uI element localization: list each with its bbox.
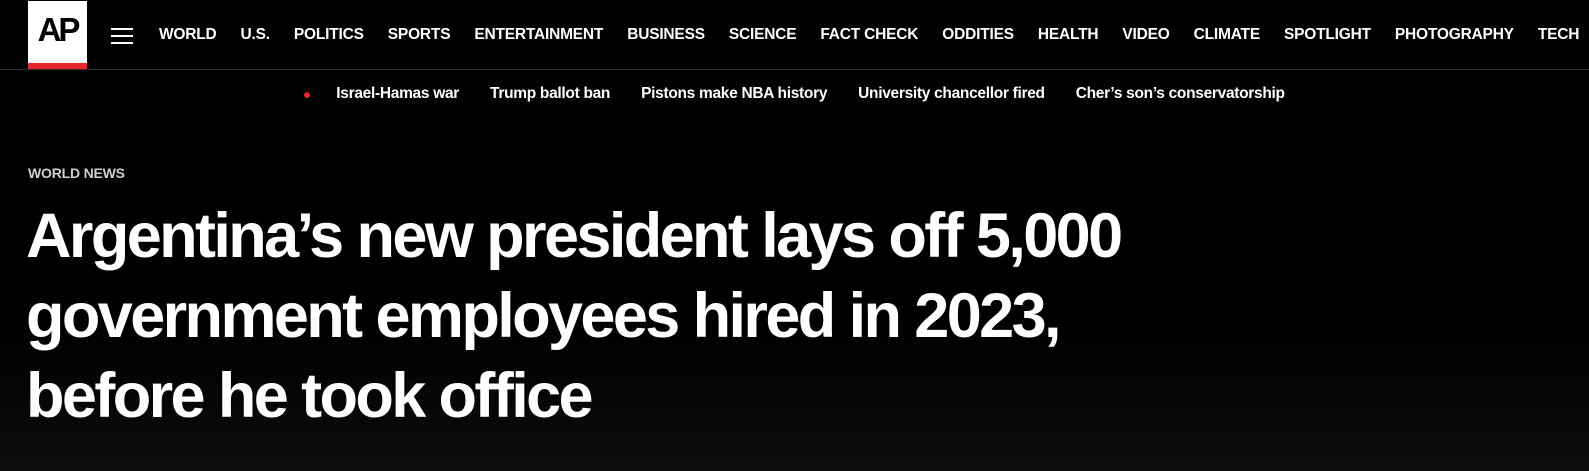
nav-item-world[interactable]: WORLD bbox=[159, 26, 217, 44]
top-navigation-bar: AP WORLD U.S. POLITICS SPORTS ENTERTAINM… bbox=[0, 0, 1589, 70]
nav-item-tech[interactable]: TECH bbox=[1538, 26, 1580, 44]
nav-item-business[interactable]: BUSINESS bbox=[627, 26, 705, 44]
nav-item-photography[interactable]: PHOTOGRAPHY bbox=[1395, 26, 1514, 44]
page: AP WORLD U.S. POLITICS SPORTS ENTERTAINM… bbox=[0, 0, 1589, 471]
ap-logo[interactable]: AP bbox=[28, 1, 87, 69]
trending-link[interactable]: Cher’s son’s conservatorship bbox=[1076, 85, 1285, 103]
nav-item-politics[interactable]: POLITICS bbox=[294, 26, 364, 44]
section-label[interactable]: WORLD NEWS bbox=[28, 165, 125, 181]
nav-item-entertainment[interactable]: ENTERTAINMENT bbox=[474, 26, 603, 44]
trending-link[interactable]: Trump ballot ban bbox=[490, 85, 610, 103]
nav-item-oddities[interactable]: ODDITIES bbox=[942, 26, 1014, 44]
trending-link[interactable]: Pistons make NBA history bbox=[641, 85, 827, 103]
hamburger-menu-icon[interactable] bbox=[111, 27, 135, 45]
trending-topics-bar: Israel-Hamas war Trump ballot ban Piston… bbox=[0, 70, 1589, 118]
menu-line bbox=[111, 35, 133, 37]
nav-item-sports[interactable]: SPORTS bbox=[388, 26, 451, 44]
trending-link[interactable]: Israel-Hamas war bbox=[336, 85, 459, 103]
nav-item-us[interactable]: U.S. bbox=[241, 26, 271, 44]
article-headline: Argentina’s new president lays off 5,000… bbox=[26, 201, 1123, 431]
nav-item-video[interactable]: VIDEO bbox=[1122, 26, 1169, 44]
nav-item-health[interactable]: HEALTH bbox=[1038, 26, 1099, 44]
nav-item-climate[interactable]: CLIMATE bbox=[1194, 26, 1261, 44]
nav-item-science[interactable]: SCIENCE bbox=[729, 26, 797, 44]
nav-item-spotlight[interactable]: SPOTLIGHT bbox=[1284, 26, 1371, 44]
trending-link[interactable]: University chancellor fired bbox=[858, 85, 1045, 103]
menu-line bbox=[111, 28, 133, 30]
live-dot-icon bbox=[304, 92, 311, 98]
main-nav: WORLD U.S. POLITICS SPORTS ENTERTAINMENT… bbox=[159, 0, 1589, 70]
logo-accent-bar bbox=[28, 63, 87, 69]
logo-text: AP bbox=[37, 11, 81, 48]
nav-item-fact-check[interactable]: FACT CHECK bbox=[820, 26, 918, 44]
menu-line bbox=[111, 42, 133, 44]
